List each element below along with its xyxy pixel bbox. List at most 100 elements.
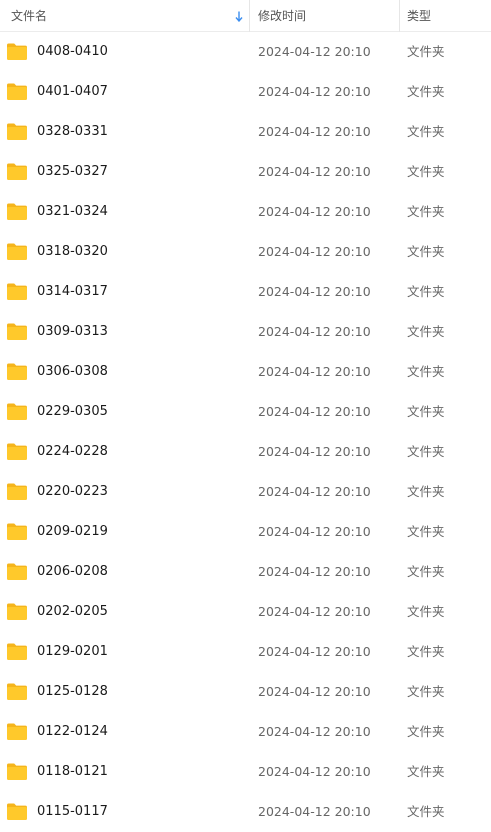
file-row[interactable]: 0314-0317 2024-04-12 20:10 文件夹 — [0, 272, 491, 312]
folder-icon — [6, 642, 28, 661]
file-row[interactable]: 0129-0201 2024-04-12 20:10 文件夹 — [0, 632, 491, 672]
file-type: 文件夹 — [407, 604, 445, 619]
file-name[interactable]: 0220-0223 — [37, 472, 108, 512]
file-name[interactable]: 0209-0219 — [37, 512, 108, 552]
file-type: 文件夹 — [407, 644, 445, 659]
file-row[interactable]: 0125-0128 2024-04-12 20:10 文件夹 — [0, 672, 491, 712]
file-modified-time: 2024-04-12 20:10 — [258, 804, 371, 819]
file-modified-time: 2024-04-12 20:10 — [258, 324, 371, 339]
file-modified-time: 2024-04-12 20:10 — [258, 84, 371, 99]
file-modified-time: 2024-04-12 20:10 — [258, 364, 371, 379]
file-modified-time: 2024-04-12 20:10 — [258, 204, 371, 219]
file-name[interactable]: 0118-0121 — [37, 752, 108, 792]
file-row[interactable]: 0401-0407 2024-04-12 20:10 文件夹 — [0, 72, 491, 112]
file-name[interactable]: 0115-0117 — [37, 792, 108, 832]
file-name[interactable]: 0408-0410 — [37, 32, 108, 72]
file-type: 文件夹 — [407, 44, 445, 59]
folder-icon — [6, 162, 28, 181]
folder-icon — [6, 322, 28, 341]
file-modified-time: 2024-04-12 20:10 — [258, 724, 371, 739]
file-type: 文件夹 — [407, 364, 445, 379]
file-name[interactable]: 0306-0308 — [37, 352, 108, 392]
file-row[interactable]: 0206-0208 2024-04-12 20:10 文件夹 — [0, 552, 491, 592]
file-name[interactable]: 0314-0317 — [37, 272, 108, 312]
file-name[interactable]: 0229-0305 — [37, 392, 108, 432]
folder-icon — [6, 482, 28, 501]
file-row[interactable]: 0209-0219 2024-04-12 20:10 文件夹 — [0, 512, 491, 552]
folder-icon — [6, 242, 28, 261]
folder-icon — [6, 82, 28, 101]
column-header-name[interactable]: 文件名 — [0, 0, 249, 32]
file-type: 文件夹 — [407, 524, 445, 539]
file-modified-time: 2024-04-12 20:10 — [258, 44, 371, 59]
column-header-type-label: 类型 — [407, 9, 432, 23]
column-header-modified-label: 修改时间 — [258, 9, 307, 23]
file-row[interactable]: 0224-0228 2024-04-12 20:10 文件夹 — [0, 432, 491, 472]
file-modified-time: 2024-04-12 20:10 — [258, 644, 371, 659]
file-modified-time: 2024-04-12 20:10 — [258, 564, 371, 579]
file-name[interactable]: 0125-0128 — [37, 672, 108, 712]
folder-icon — [6, 802, 28, 821]
file-name[interactable]: 0224-0228 — [37, 432, 108, 472]
folder-icon — [6, 682, 28, 701]
file-modified-time: 2024-04-12 20:10 — [258, 524, 371, 539]
folder-icon — [6, 762, 28, 781]
column-header-type[interactable]: 类型 — [400, 0, 491, 32]
file-name[interactable]: 0206-0208 — [37, 552, 108, 592]
file-modified-time: 2024-04-12 20:10 — [258, 164, 371, 179]
file-row[interactable]: 0321-0324 2024-04-12 20:10 文件夹 — [0, 192, 491, 232]
file-type: 文件夹 — [407, 164, 445, 179]
file-type: 文件夹 — [407, 204, 445, 219]
file-modified-time: 2024-04-12 20:10 — [258, 404, 371, 419]
file-list-header: 文件名 修改时间 类型 — [0, 0, 491, 32]
file-name[interactable]: 0321-0324 — [37, 192, 108, 232]
file-modified-time: 2024-04-12 20:10 — [258, 284, 371, 299]
file-name[interactable]: 0122-0124 — [37, 712, 108, 752]
folder-icon — [6, 522, 28, 541]
folder-icon — [6, 442, 28, 461]
file-list: 0408-0410 2024-04-12 20:10 文件夹 0401-0407 202… — [0, 32, 491, 832]
file-row[interactable]: 0306-0308 2024-04-12 20:10 文件夹 — [0, 352, 491, 392]
file-modified-time: 2024-04-12 20:10 — [258, 684, 371, 699]
file-name[interactable]: 0129-0201 — [37, 632, 108, 672]
folder-icon — [6, 602, 28, 621]
column-header-name-label: 文件名 — [11, 9, 48, 23]
file-row[interactable]: 0318-0320 2024-04-12 20:10 文件夹 — [0, 232, 491, 272]
folder-icon — [6, 282, 28, 301]
folder-icon — [6, 42, 28, 61]
file-name[interactable]: 0318-0320 — [37, 232, 108, 272]
file-type: 文件夹 — [407, 724, 445, 739]
file-row[interactable]: 0118-0121 2024-04-12 20:10 文件夹 — [0, 752, 491, 792]
file-name[interactable]: 0328-0331 — [37, 112, 108, 152]
file-row[interactable]: 0115-0117 2024-04-12 20:10 文件夹 — [0, 792, 491, 832]
file-type: 文件夹 — [407, 444, 445, 459]
file-modified-time: 2024-04-12 20:10 — [258, 444, 371, 459]
file-type: 文件夹 — [407, 124, 445, 139]
file-type: 文件夹 — [407, 804, 445, 819]
file-type: 文件夹 — [407, 324, 445, 339]
file-name[interactable]: 0309-0313 — [37, 312, 108, 352]
folder-icon — [6, 202, 28, 221]
file-type: 文件夹 — [407, 484, 445, 499]
file-modified-time: 2024-04-12 20:10 — [258, 244, 371, 259]
file-name[interactable]: 0202-0205 — [37, 592, 108, 632]
file-row[interactable]: 0229-0305 2024-04-12 20:10 文件夹 — [0, 392, 491, 432]
file-type: 文件夹 — [407, 244, 445, 259]
file-row[interactable]: 0202-0205 2024-04-12 20:10 文件夹 — [0, 592, 491, 632]
file-name[interactable]: 0401-0407 — [37, 72, 108, 112]
file-modified-time: 2024-04-12 20:10 — [258, 764, 371, 779]
folder-icon — [6, 122, 28, 141]
file-row[interactable]: 0325-0327 2024-04-12 20:10 文件夹 — [0, 152, 491, 192]
arrow-down-icon[interactable] — [234, 0, 244, 32]
file-modified-time: 2024-04-12 20:10 — [258, 484, 371, 499]
file-name[interactable]: 0325-0327 — [37, 152, 108, 192]
file-row[interactable]: 0122-0124 2024-04-12 20:10 文件夹 — [0, 712, 491, 752]
file-type: 文件夹 — [407, 764, 445, 779]
file-type: 文件夹 — [407, 684, 445, 699]
file-row[interactable]: 0328-0331 2024-04-12 20:10 文件夹 — [0, 112, 491, 152]
column-header-modified[interactable]: 修改时间 — [250, 0, 399, 32]
file-row[interactable]: 0408-0410 2024-04-12 20:10 文件夹 — [0, 32, 491, 72]
file-type: 文件夹 — [407, 564, 445, 579]
file-row[interactable]: 0220-0223 2024-04-12 20:10 文件夹 — [0, 472, 491, 512]
file-row[interactable]: 0309-0313 2024-04-12 20:10 文件夹 — [0, 312, 491, 352]
